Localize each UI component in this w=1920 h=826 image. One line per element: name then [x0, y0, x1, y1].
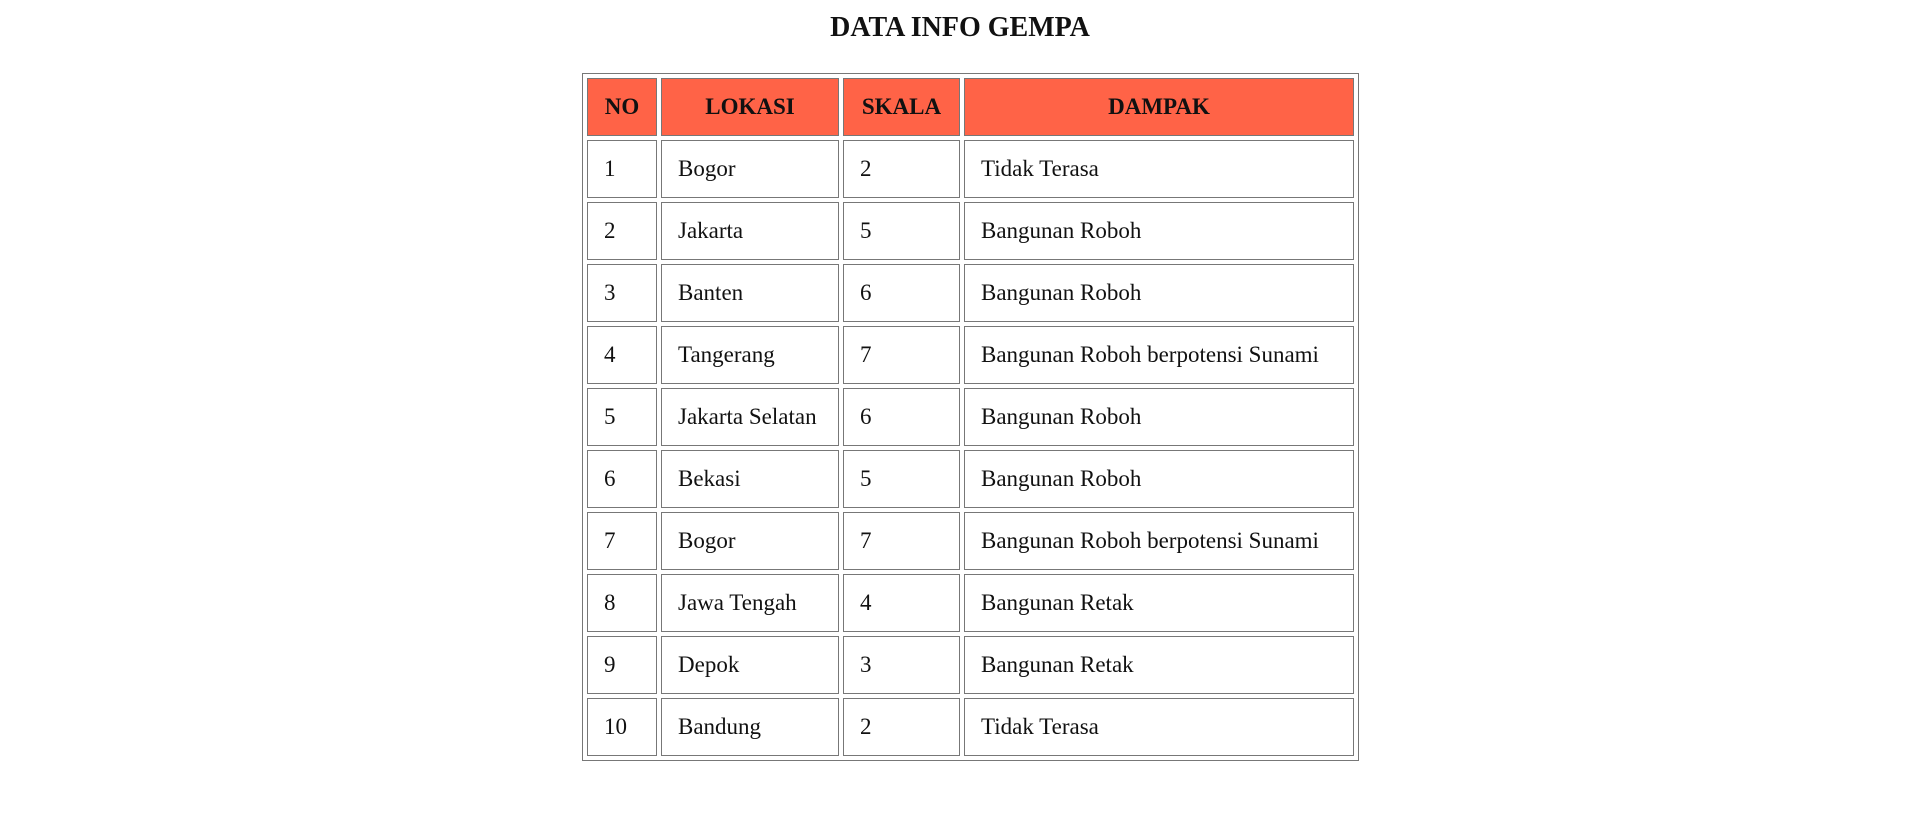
cell-skala: 3	[843, 636, 960, 694]
cell-dampak: Bangunan Roboh	[964, 264, 1354, 322]
cell-no: 3	[587, 264, 657, 322]
table-row: 3 Banten 6 Bangunan Roboh	[587, 264, 1354, 322]
cell-lokasi: Bandung	[661, 698, 839, 756]
table-row: 7 Bogor 7 Bangunan Roboh berpotensi Suna…	[587, 512, 1354, 570]
table-header: NO LOKASI SKALA DAMPAK	[587, 78, 1354, 136]
cell-dampak: Bangunan Roboh	[964, 388, 1354, 446]
cell-skala: 4	[843, 574, 960, 632]
cell-lokasi: Tangerang	[661, 326, 839, 384]
cell-no: 6	[587, 450, 657, 508]
cell-no: 8	[587, 574, 657, 632]
cell-lokasi: Jakarta	[661, 202, 839, 260]
table-row: 5 Jakarta Selatan 6 Bangunan Roboh	[587, 388, 1354, 446]
cell-no: 7	[587, 512, 657, 570]
table-row: 1 Bogor 2 Tidak Terasa	[587, 140, 1354, 198]
cell-dampak: Bangunan Roboh	[964, 202, 1354, 260]
cell-dampak: Bangunan Retak	[964, 636, 1354, 694]
page-title: DATA INFO GEMPA	[830, 12, 1090, 43]
cell-no: 1	[587, 140, 657, 198]
cell-skala: 6	[843, 388, 960, 446]
cell-dampak: Tidak Terasa	[964, 140, 1354, 198]
table-row: 8 Jawa Tengah 4 Bangunan Retak	[587, 574, 1354, 632]
cell-skala: 5	[843, 450, 960, 508]
cell-dampak: Tidak Terasa	[964, 698, 1354, 756]
cell-lokasi: Depok	[661, 636, 839, 694]
cell-skala: 2	[843, 140, 960, 198]
cell-dampak: Bangunan Roboh berpotensi Sunami	[964, 326, 1354, 384]
cell-skala: 7	[843, 326, 960, 384]
cell-skala: 5	[843, 202, 960, 260]
table-row: 9 Depok 3 Bangunan Retak	[587, 636, 1354, 694]
cell-skala: 6	[843, 264, 960, 322]
column-header-no: NO	[587, 78, 657, 136]
cell-no: 10	[587, 698, 657, 756]
cell-dampak: Bangunan Retak	[964, 574, 1354, 632]
cell-lokasi: Bogor	[661, 140, 839, 198]
table-row: 6 Bekasi 5 Bangunan Roboh	[587, 450, 1354, 508]
cell-lokasi: Bekasi	[661, 450, 839, 508]
cell-lokasi: Jakarta Selatan	[661, 388, 839, 446]
table-row: 10 Bandung 2 Tidak Terasa	[587, 698, 1354, 756]
column-header-dampak: DAMPAK	[964, 78, 1354, 136]
table-row: 4 Tangerang 7 Bangunan Roboh berpotensi …	[587, 326, 1354, 384]
cell-no: 9	[587, 636, 657, 694]
cell-lokasi: Jawa Tengah	[661, 574, 839, 632]
cell-lokasi: Bogor	[661, 512, 839, 570]
cell-dampak: Bangunan Roboh berpotensi Sunami	[964, 512, 1354, 570]
table-header-row: NO LOKASI SKALA DAMPAK	[587, 78, 1354, 136]
table-body: 1 Bogor 2 Tidak Terasa 2 Jakarta 5 Bangu…	[587, 140, 1354, 756]
cell-no: 4	[587, 326, 657, 384]
column-header-lokasi: LOKASI	[661, 78, 839, 136]
cell-lokasi: Banten	[661, 264, 839, 322]
cell-no: 2	[587, 202, 657, 260]
earthquake-data-table: NO LOKASI SKALA DAMPAK 1 Bogor 2 Tidak T…	[582, 73, 1359, 761]
table-container: NO LOKASI SKALA DAMPAK 1 Bogor 2 Tidak T…	[582, 73, 1359, 761]
cell-no: 5	[587, 388, 657, 446]
table-row: 2 Jakarta 5 Bangunan Roboh	[587, 202, 1354, 260]
column-header-skala: SKALA	[843, 78, 960, 136]
cell-skala: 2	[843, 698, 960, 756]
cell-skala: 7	[843, 512, 960, 570]
cell-dampak: Bangunan Roboh	[964, 450, 1354, 508]
